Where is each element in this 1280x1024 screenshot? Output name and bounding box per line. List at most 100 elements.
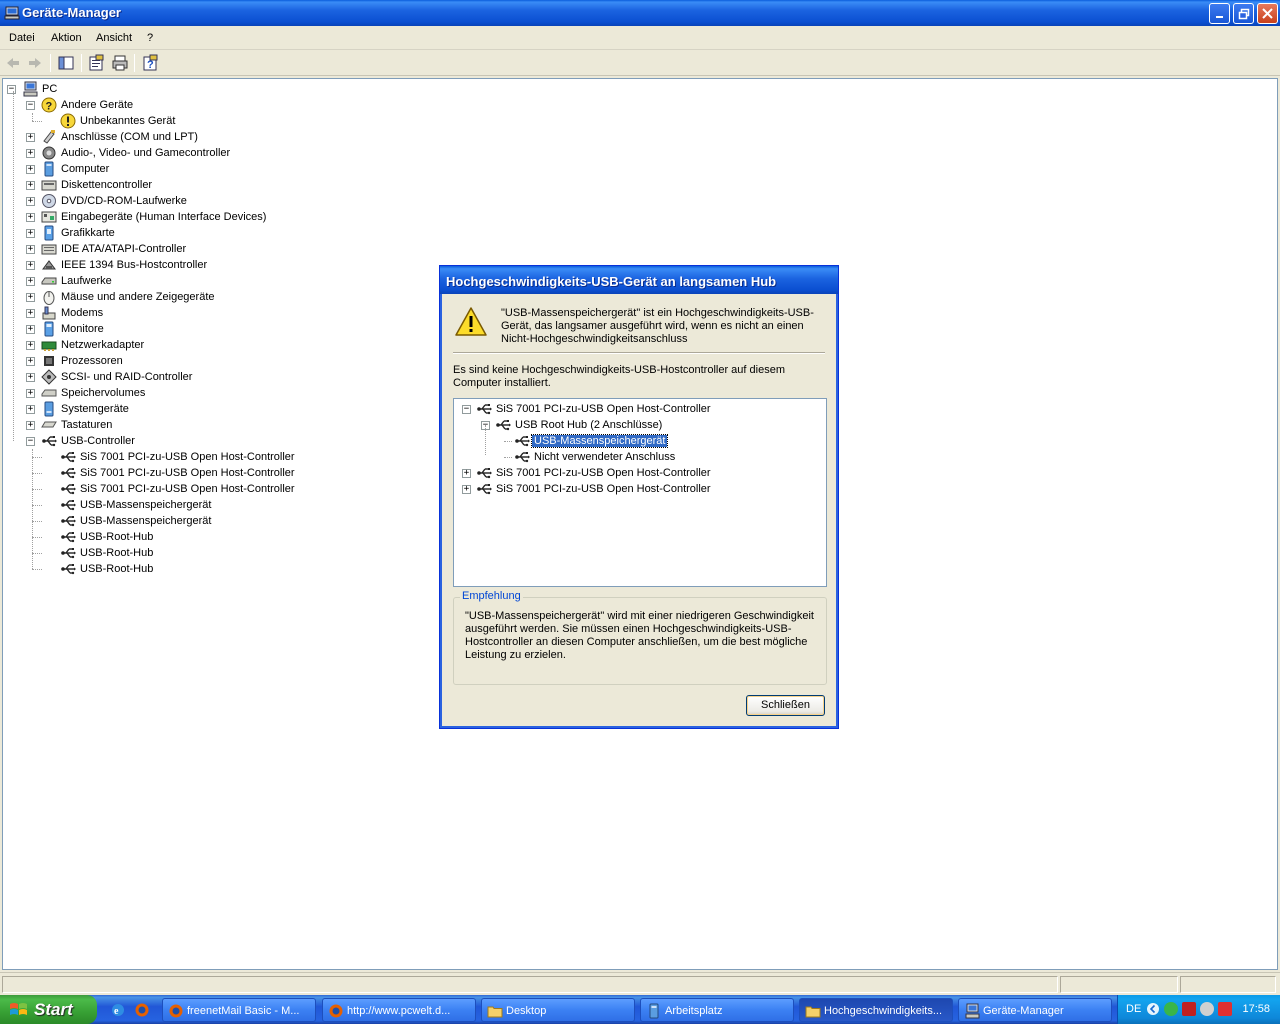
tree-node-label: Laufwerke bbox=[61, 275, 112, 287]
expand-toggle[interactable]: + bbox=[26, 197, 35, 206]
quicklaunch-firefox-icon[interactable] bbox=[134, 1002, 150, 1018]
minimize-button[interactable] bbox=[1209, 3, 1230, 24]
modem-icon bbox=[41, 305, 57, 321]
pc-icon bbox=[964, 1003, 980, 1019]
usb-topology-tree[interactable]: − SiS 7001 PCI-zu-USB Open Host-Controlle… bbox=[453, 398, 827, 587]
expand-toggle[interactable]: + bbox=[26, 133, 35, 142]
collapse-toggle[interactable]: − bbox=[462, 405, 471, 414]
tree-node-label: USB-Massenspeichergerät bbox=[80, 499, 212, 511]
dialog-message: "USB-Massenspeichergerät" ist ein Hochge… bbox=[501, 307, 814, 345]
expand-toggle[interactable]: + bbox=[26, 165, 35, 174]
help-button[interactable]: ? bbox=[141, 54, 161, 72]
dialog-title: Hochgeschwindigkeits-USB-Gerät an langsa… bbox=[446, 274, 777, 289]
taskbar-button-label: Geräte-Manager bbox=[983, 1005, 1064, 1017]
tree-node-label: Modems bbox=[61, 307, 104, 319]
dialog-titlebar[interactable]: Hochgeschwindigkeits-USB-Gerät an langsa… bbox=[440, 266, 838, 294]
svg-text:e: e bbox=[114, 1006, 119, 1017]
taskbar-button[interactable]: Geräte-Manager bbox=[958, 998, 1112, 1022]
minimize-icon bbox=[1215, 15, 1223, 18]
tree-node-label: Grafikkarte bbox=[61, 227, 115, 239]
expand-toggle[interactable]: + bbox=[462, 485, 471, 494]
cpu-icon bbox=[41, 353, 57, 369]
menu-datei[interactable]: Datei bbox=[9, 32, 35, 44]
volume-icon bbox=[41, 385, 57, 401]
expand-toggle[interactable]: + bbox=[26, 229, 35, 238]
properties-button[interactable] bbox=[87, 54, 107, 72]
expand-toggle[interactable]: + bbox=[26, 261, 35, 270]
expand-toggle[interactable]: + bbox=[26, 357, 35, 366]
taskbar-button[interactable]: Hochgeschwindigkeits... bbox=[799, 998, 953, 1022]
show-hide-console-tree-button[interactable] bbox=[57, 54, 77, 72]
menu-ansicht[interactable]: Ansicht bbox=[96, 32, 132, 44]
quicklaunch-ie-icon[interactable]: e bbox=[110, 1002, 126, 1018]
expand-toggle[interactable]: + bbox=[26, 181, 35, 190]
keyboard-icon bbox=[41, 417, 57, 433]
window-titlebar[interactable]: Geräte-Manager bbox=[0, 0, 1280, 26]
expand-toggle[interactable]: + bbox=[26, 149, 35, 158]
expand-toggle[interactable]: + bbox=[26, 309, 35, 318]
expand-toggle[interactable]: + bbox=[462, 469, 471, 478]
usb-icon bbox=[476, 401, 492, 417]
tree-node-label: Diskettencontroller bbox=[61, 179, 153, 191]
expand-toggle[interactable]: + bbox=[26, 245, 35, 254]
computer-icon bbox=[4, 6, 20, 20]
dialog-separator bbox=[453, 352, 825, 354]
usb-icon bbox=[60, 497, 76, 513]
restore-button[interactable] bbox=[1233, 3, 1254, 24]
taskbar-button[interactable]: http://www.pcwelt.d... bbox=[322, 998, 476, 1022]
print-button[interactable] bbox=[111, 54, 131, 72]
tree-node-label: SCSI- und RAID-Controller bbox=[61, 371, 193, 383]
menu-aktion[interactable]: Aktion bbox=[51, 32, 82, 44]
usb-icon bbox=[514, 433, 530, 449]
back-button[interactable] bbox=[4, 54, 24, 72]
forward-button[interactable] bbox=[26, 54, 46, 72]
usb-icon bbox=[60, 449, 76, 465]
tree-node-label: Anschlüsse (COM und LPT) bbox=[61, 131, 198, 143]
tree-node-label: SiS 7001 PCI-zu-USB Open Host-Controller bbox=[80, 483, 295, 495]
language-indicator[interactable]: DE bbox=[1126, 1003, 1141, 1015]
selected-node-label: USB-Massenspeichergerät bbox=[530, 434, 669, 448]
tree-node-label: USB-Root-Hub bbox=[80, 563, 154, 575]
expand-toggle[interactable]: + bbox=[26, 213, 35, 222]
tree-node-label: Monitore bbox=[61, 323, 104, 335]
usb-tray-icon[interactable] bbox=[1200, 1002, 1214, 1016]
restore-icon bbox=[1238, 8, 1249, 19]
taskbar-button-label: Arbeitsplatz bbox=[665, 1005, 723, 1017]
usb-icon bbox=[60, 561, 76, 577]
usb-icon bbox=[60, 481, 76, 497]
expand-toggle[interactable]: + bbox=[26, 421, 35, 430]
display-icon bbox=[41, 225, 57, 241]
monitor-icon bbox=[41, 321, 57, 337]
tray-expand-icon[interactable] bbox=[1146, 1002, 1160, 1016]
mouse-icon bbox=[41, 289, 57, 305]
tree-node-label: Audio-, Video- und Gamecontroller bbox=[61, 147, 231, 159]
expand-toggle[interactable]: + bbox=[26, 373, 35, 382]
expand-toggle[interactable]: + bbox=[26, 277, 35, 286]
tree-node-label: PC bbox=[42, 83, 58, 95]
close-dialog-button[interactable]: Schließen bbox=[746, 695, 825, 716]
menu-help[interactable]: ? bbox=[147, 32, 153, 44]
toolbar: ? bbox=[0, 51, 1280, 76]
taskbar-button[interactable]: Desktop bbox=[481, 998, 635, 1022]
taskbar-button-label: Hochgeschwindigkeits... bbox=[824, 1005, 943, 1017]
expand-toggle[interactable]: + bbox=[26, 405, 35, 414]
expand-toggle[interactable]: + bbox=[26, 325, 35, 334]
expand-toggle[interactable]: + bbox=[26, 293, 35, 302]
close-window-button[interactable] bbox=[1257, 3, 1278, 24]
collapse-toggle[interactable]: − bbox=[7, 85, 16, 94]
clock: 17:58 bbox=[1242, 1003, 1270, 1015]
start-button[interactable]: Start bbox=[0, 995, 97, 1024]
taskbar-button[interactable]: freenetMail Basic - M... bbox=[162, 998, 316, 1022]
collapse-toggle[interactable]: − bbox=[26, 437, 35, 446]
usb-icon bbox=[60, 513, 76, 529]
menubar: Datei Aktion Ansicht ? bbox=[0, 28, 1280, 50]
dialog-info-text: Es sind keine Hochgeschwindigkeits-USB-H… bbox=[453, 364, 785, 389]
taskbar-button[interactable]: Arbeitsplatz bbox=[640, 998, 794, 1022]
security-tray-icon[interactable] bbox=[1182, 1002, 1196, 1016]
antivirus-tray-icon[interactable] bbox=[1218, 1002, 1232, 1016]
window-title: Geräte-Manager bbox=[22, 5, 121, 20]
expand-toggle[interactable]: + bbox=[26, 389, 35, 398]
network-tray-icon[interactable] bbox=[1164, 1002, 1178, 1016]
collapse-toggle[interactable]: − bbox=[26, 101, 35, 110]
expand-toggle[interactable]: + bbox=[26, 341, 35, 350]
